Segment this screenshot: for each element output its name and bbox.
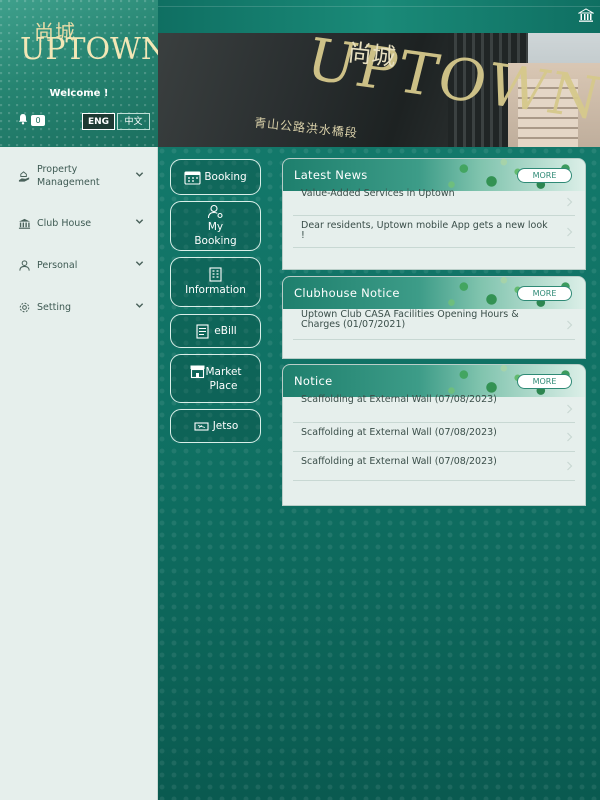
clubhouse-notice-more-button[interactable]: MORE [517, 286, 572, 301]
news-item-text: Value-Added Services in Uptown [301, 188, 455, 199]
notice-header: Notice MORE [283, 365, 585, 397]
clubhouse-notice-header: Clubhouse Notice MORE [283, 277, 585, 309]
chevron-right-icon [567, 404, 573, 413]
booking-button[interactable]: Booking [170, 159, 261, 195]
sidebar-item-label: Property Management [37, 164, 100, 188]
person-gear-icon [207, 204, 223, 219]
sidebar: 尚城 UPTOWN Welcome ! 0 ENG 中文 Property Ma… [0, 0, 167, 800]
notification-count-badge[interactable]: 0 [31, 115, 45, 126]
hand-house-icon [18, 170, 30, 182]
sidebar-item-property-management[interactable]: Property Management [0, 150, 158, 202]
notice-item-text: Uptown Club CASA Facilities Opening Hour… [301, 309, 519, 330]
booking-label: Booking [204, 171, 247, 183]
person-icon [19, 259, 30, 271]
jetso-label: Jetso [212, 420, 239, 432]
clubhouse-icon [18, 218, 31, 229]
chevron-right-icon [567, 432, 573, 442]
sidebar-item-label: Personal [37, 259, 78, 271]
clubhouse-notice-title: Clubhouse Notice [294, 286, 400, 300]
lang-eng-button[interactable]: ENG [82, 113, 115, 130]
building-icon [209, 267, 222, 282]
uptown-logo[interactable]: 尚城 UPTOWN [20, 16, 167, 72]
ticket-icon [194, 421, 209, 431]
latest-news-title: Latest News [294, 168, 368, 182]
sidebar-item-label: Setting [37, 301, 72, 313]
notice-item[interactable]: Scaffolding at External Wall (07/08/2023… [293, 395, 575, 423]
building-icon[interactable] [578, 7, 594, 23]
notice-item[interactable]: Scaffolding at External Wall (07/08/2023… [293, 423, 575, 452]
ebill-label: eBill [214, 325, 237, 337]
notice-item-text: Scaffolding at External Wall (07/08/2023… [301, 394, 497, 405]
notice-item-text: Scaffolding at External Wall (07/08/2023… [301, 456, 497, 467]
news-item-text: Dear residents, Uptown mobile App gets a… [301, 220, 548, 241]
bell-icon[interactable] [17, 113, 29, 125]
notice-title: Notice [294, 374, 333, 388]
sidebar-item-club-house[interactable]: Club House [0, 202, 158, 244]
calendar-icon [184, 170, 201, 185]
chevron-down-icon [135, 219, 144, 224]
notice-item-text: Scaffolding at External Wall (07/08/2023… [301, 427, 497, 438]
jetso-button[interactable]: Jetso [170, 409, 261, 443]
news-item[interactable]: Dear residents, Uptown mobile App gets a… [293, 216, 575, 248]
chevron-right-icon [567, 320, 573, 329]
news-item[interactable]: Value-Added Services in Uptown [293, 189, 575, 216]
notice-item[interactable]: Uptown Club CASA Facilities Opening Hour… [293, 310, 575, 340]
my-booking-button[interactable]: My Booking [170, 201, 261, 251]
store-icon [190, 365, 205, 379]
hero-banner-image: UPTOWN 尚城 青山公路洪水橋段 [158, 33, 600, 147]
welcome-text: Welcome ! [49, 88, 109, 99]
notice-item[interactable]: Scaffolding at External Wall (07/08/2023… [293, 452, 575, 481]
chevron-right-icon [567, 461, 573, 471]
chevron-down-icon [135, 303, 144, 308]
sidebar-menu: Property Management Club House Personal [0, 150, 158, 328]
sidebar-item-label: Club House [37, 217, 92, 229]
top-bar [158, 0, 600, 33]
ebill-button[interactable]: eBill [170, 314, 261, 348]
information-label: Information [185, 284, 246, 296]
chevron-right-icon [567, 197, 573, 207]
chevron-down-icon [135, 261, 144, 266]
chevron-down-icon [135, 172, 144, 177]
sidebar-item-setting[interactable]: Setting [0, 286, 158, 328]
main-content: Booking My Booking Information eBill Mar… [158, 147, 600, 800]
latest-news-card: Latest News MORE Value-Added Services in… [282, 158, 586, 270]
lang-zh-button[interactable]: 中文 [117, 113, 150, 130]
notice-more-button[interactable]: MORE [517, 374, 572, 389]
latest-news-header: Latest News MORE [283, 159, 585, 191]
sidebar-item-personal[interactable]: Personal [0, 244, 158, 286]
market-place-button[interactable]: Market Place [170, 354, 261, 403]
chevron-right-icon [567, 227, 573, 236]
information-button[interactable]: Information [170, 257, 261, 307]
latest-news-more-button[interactable]: MORE [517, 168, 572, 183]
sidebar-header: 尚城 UPTOWN Welcome ! 0 ENG 中文 [0, 0, 167, 147]
hero-sign-chinese: 尚城 [346, 38, 398, 72]
bill-icon [196, 323, 209, 339]
market-place-label: Market Place [205, 365, 242, 392]
my-booking-label: My Booking [194, 221, 237, 247]
logo-english-text: UPTOWN [20, 32, 168, 67]
clubhouse-notice-card: Clubhouse Notice MORE Uptown Club CASA F… [282, 276, 586, 359]
gear-icon [19, 302, 30, 312]
notice-card: Notice MORE Scaffolding at External Wall… [282, 364, 586, 506]
